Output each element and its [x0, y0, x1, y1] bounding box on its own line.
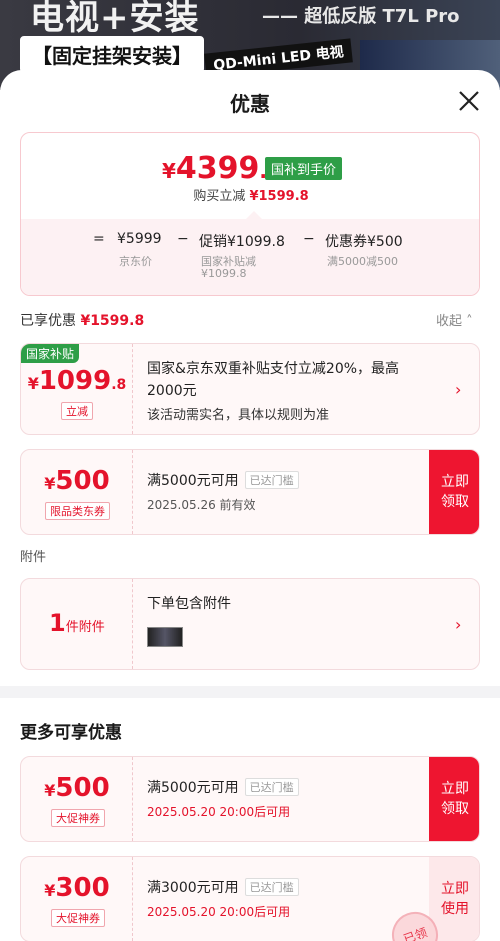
attachment-count: 1件附件	[49, 609, 105, 637]
subsidy-integer: 1099	[38, 366, 112, 396]
coupon-amount: ¥500	[21, 773, 133, 803]
promo-sub2: ¥1099.8	[201, 267, 247, 280]
enjoyed-amount: ¥1599.8	[80, 313, 145, 329]
coupon-title-text: 满3000元可用	[147, 880, 239, 896]
attachment-text: 下单包含附件	[147, 596, 231, 612]
subsidy-price-tag: 国补到手价	[265, 157, 343, 180]
minus-sign: −	[303, 231, 315, 247]
coupon-amount: ¥500	[21, 466, 133, 496]
coupon-card-2: ¥500 大促神券 满5000元可用 已达门槛 2025.05.20 20:00后…	[20, 756, 480, 842]
collapse-label: 收起	[436, 314, 463, 329]
gov-subsidy-badge: 国家补贴	[21, 344, 80, 363]
banner-title: 电视+安装	[30, 0, 200, 38]
coupon-title: 满3000元可用 已达门槛	[147, 877, 299, 897]
coupon-validity: 2025.05.26 前有效	[147, 498, 256, 512]
reach-threshold-tag: 已达门槛	[244, 878, 299, 896]
price-top: ¥4399.2 国补到手价 购买立减 ¥1599.8	[21, 133, 479, 220]
coupon-label: 大促神券	[51, 909, 105, 927]
button-line-2: 使用	[441, 901, 469, 917]
attachment-number: 1	[49, 609, 66, 637]
price-formula: = ¥5999 京东价 − 促销¥1099.8 国家补贴减 ¥1099.8 − …	[21, 219, 479, 295]
coupon-title-text: 满5000元可用	[147, 780, 239, 796]
coupon-value: 500	[55, 773, 110, 803]
coupon-title-text: 满5000元可用	[147, 473, 239, 489]
banner-subtitle: —— 超低反版 T7L Pro	[262, 6, 460, 27]
price-summary-card: ¥4399.2 国补到手价 购买立减 ¥1599.8 = ¥5999 京东价 −…	[20, 132, 480, 296]
coupon-sub: 满5000减500	[327, 255, 398, 268]
attachment-thumbnail	[147, 627, 183, 647]
coupon-currency: ¥	[44, 881, 56, 900]
close-button[interactable]	[456, 88, 482, 114]
promo-amount: 促销¥1099.8	[199, 234, 285, 250]
chevron-up-icon: ˄	[466, 314, 473, 329]
coupon-label: 大促神券	[51, 809, 105, 827]
price-integer: 4399	[175, 151, 260, 186]
price-currency: ¥	[162, 159, 176, 183]
coupon-title: 满5000元可用 已达门槛	[147, 470, 299, 490]
subsidy-amount: ¥1099.8	[21, 366, 133, 396]
reduce-line: 购买立减 ¥1599.8	[21, 185, 479, 204]
coupon-card-1: ¥500 限品类东券 满5000元可用 已达门槛 2025.05.26 前有效 立…	[20, 449, 480, 535]
subsidy-currency: ¥	[27, 374, 39, 393]
final-price: ¥4399.2	[162, 151, 281, 186]
coupon-amount: ¥300	[21, 873, 133, 903]
button-line-1: 立即	[441, 781, 469, 797]
button-line-1: 立即	[441, 474, 469, 490]
coupon-label: 限品类东券	[45, 502, 110, 520]
coupon-currency: ¥	[44, 474, 56, 493]
close-icon	[459, 91, 479, 111]
subsidy-text-1: 国家&京东双重补贴支付立减20%，最高	[147, 361, 400, 377]
attachment-unit: 件附件	[65, 620, 105, 635]
subsidy-label: 立减	[61, 402, 93, 420]
minus-sign: −	[177, 231, 189, 247]
collapse-button[interactable]: 收起 ˄	[436, 310, 473, 329]
button-line-2: 领取	[441, 494, 469, 510]
subsidy-text-2: 2000元	[147, 383, 197, 399]
reduce-label: 购买立减	[193, 189, 246, 204]
claim-button[interactable]: 立即 领取	[429, 450, 479, 534]
coupon-title: 满5000元可用 已达门槛	[147, 777, 299, 797]
enjoyed-discount: 已享优惠 ¥1599.8	[20, 310, 144, 330]
coupon-validity: 2025.05.20 20:00后可用	[147, 905, 291, 919]
coupon-currency: ¥	[44, 781, 56, 800]
equals-sign: =	[93, 231, 105, 247]
subsidy-text-3: 该活动需实名，具体以规则为准	[147, 408, 330, 423]
sheet-title: 优惠	[230, 92, 270, 116]
coupon-value: 300	[55, 873, 110, 903]
discount-sheet: 优惠 ¥4399.2 国补到手价 购买立减 ¥1599.8 = ¥5999 京东…	[0, 70, 500, 941]
section-divider	[0, 686, 500, 698]
base-price-label: 京东价	[119, 255, 152, 268]
more-offers-title: 更多可享优惠	[20, 723, 122, 743]
coupon-value: 500	[55, 466, 110, 496]
chevron-right-icon[interactable]: ›	[455, 380, 461, 399]
attachment-card[interactable]: 1件附件 下单包含附件 ›	[20, 578, 480, 670]
enjoyed-label: 已享优惠	[20, 313, 76, 329]
claim-button[interactable]: 立即 领取	[429, 757, 479, 841]
button-line-2: 领取	[441, 801, 469, 817]
banner-badge: 【固定挂架安装】	[20, 36, 204, 73]
coupon-amount: 优惠券¥500	[325, 234, 403, 250]
reach-threshold-tag: 已达门槛	[244, 471, 299, 489]
chevron-right-icon[interactable]: ›	[455, 615, 461, 634]
subsidy-decimal: .8	[111, 377, 127, 393]
gov-subsidy-card[interactable]: 国家补贴 ¥1099.8 立减 国家&京东双重补贴支付立减20%，最高 2000…	[20, 343, 480, 435]
reach-threshold-tag: 已达门槛	[244, 778, 299, 796]
button-line-1: 立即	[441, 881, 469, 897]
coupon-validity: 2025.05.20 20:00后可用	[147, 805, 291, 819]
reduce-amount: ¥1599.8	[249, 189, 309, 204]
base-price: ¥5999	[117, 231, 162, 247]
attachment-section-label: 附件	[20, 550, 47, 565]
